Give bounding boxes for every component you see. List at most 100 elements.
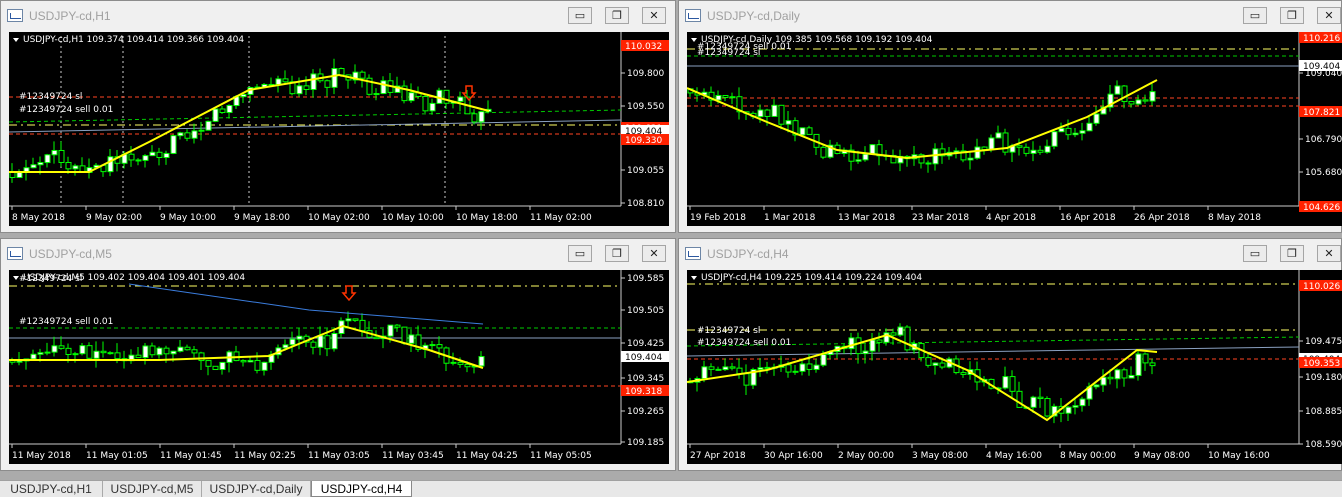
chart-window-usdjpy-daily[interactable]: USDJPY-cd,Daily ▭ ❐ ✕ USDJPY-cd,Daily 10… (678, 0, 1342, 233)
price-chart[interactable]: USDJPY-cd,M5 109.402 109.404 109.401 109… (9, 270, 669, 464)
window-title: USDJPY-cd,Daily (707, 9, 800, 23)
price-marker-label: 110.032 (625, 42, 662, 52)
candle-body (1107, 376, 1114, 380)
time-axis-label: 11 May 01:05 (86, 451, 148, 461)
price-marker-label: 109.353 (1303, 359, 1340, 369)
time-axis-label: 26 Apr 2018 (1134, 213, 1190, 223)
candle-body (170, 135, 177, 154)
price-chart[interactable]: USDJPY-cd,H4 109.225 109.414 109.224 109… (687, 270, 1342, 464)
candle-body (1009, 376, 1016, 392)
candle-body (394, 324, 401, 328)
candle-body (93, 350, 100, 359)
tab-usdjpy-daily[interactable]: USDJPY-cd,Daily (202, 481, 311, 497)
restore-button[interactable]: ❐ (1280, 7, 1304, 24)
candle-body (58, 149, 65, 163)
time-axis-label: 11 May 02:25 (234, 451, 296, 461)
time-axis-label: 2 May 00:00 (838, 451, 894, 461)
price-chart[interactable]: USDJPY-cd,H1 109.374 109.414 109.366 109… (9, 32, 669, 226)
price-axis-label: 106.790 (1305, 135, 1342, 145)
restore-button[interactable]: ❐ (605, 245, 629, 262)
candle-body (1037, 396, 1044, 400)
candle-body (1051, 131, 1058, 147)
candle-body (114, 352, 121, 360)
candle-body (65, 347, 72, 356)
time-axis-label: 23 Mar 2018 (912, 213, 969, 223)
candle-body (757, 109, 764, 118)
candle-body (436, 344, 443, 349)
price-marker-label: 109.318 (625, 387, 662, 397)
price-axis-label: 109.505 (627, 306, 664, 316)
candle-body (212, 108, 219, 122)
candle-body (163, 152, 170, 158)
candle-body (226, 105, 233, 114)
time-axis-label: 11 May 02:00 (530, 213, 592, 223)
candle-body (296, 335, 303, 340)
window-titlebar[interactable]: USDJPY-cd,Daily ▭ ❐ ✕ (679, 1, 1341, 31)
candle-body (156, 151, 163, 158)
close-button[interactable]: ✕ (642, 245, 666, 262)
minimize-button[interactable]: ▭ (568, 7, 592, 24)
close-button[interactable]: ✕ (1317, 245, 1341, 262)
candle-body (743, 373, 750, 386)
candle-body (282, 344, 289, 349)
chart-window-icon (685, 247, 701, 260)
price-axis-label: 109.055 (627, 166, 664, 176)
candle-body (100, 350, 107, 354)
candle-body (184, 346, 191, 351)
minimize-button[interactable]: ▭ (1243, 7, 1267, 24)
price-axis-label: 109.180 (1305, 373, 1342, 383)
tab-usdjpy-h1[interactable]: USDJPY-cd,H1 (0, 481, 103, 497)
candle-body (359, 71, 366, 79)
restore-button[interactable]: ❐ (605, 7, 629, 24)
candle-body (338, 68, 345, 76)
price-chart[interactable]: USDJPY-cd,Daily 109.385 109.568 109.192 … (687, 32, 1342, 226)
time-axis-label: 10 May 10:00 (382, 213, 444, 223)
restore-button[interactable]: ❐ (1280, 245, 1304, 262)
candle-body (261, 361, 268, 371)
window-titlebar[interactable]: USDJPY-cd,M5 ▭ ❐ ✕ (1, 239, 675, 269)
tab-usdjpy-m5[interactable]: USDJPY-cd,M5 (103, 481, 202, 497)
candle-body (925, 357, 932, 366)
candle-body (1093, 384, 1100, 388)
candle-body (422, 95, 429, 112)
candle-body (1079, 130, 1086, 134)
tab-usdjpy-h4[interactable]: USDJPY-cd,H4 (311, 481, 412, 497)
chart-canvas: USDJPY-cd,M5 109.402 109.404 109.401 109… (9, 270, 669, 464)
candle-body (939, 362, 946, 368)
minimize-button[interactable]: ▭ (568, 245, 592, 262)
time-axis-label: 11 May 2018 (12, 451, 71, 461)
candle-body (65, 161, 72, 170)
time-axis-label: 9 May 02:00 (86, 213, 142, 223)
time-axis-label: 4 May 16:00 (986, 451, 1042, 461)
close-button[interactable]: ✕ (642, 7, 666, 24)
candle-body (757, 367, 764, 371)
close-button[interactable]: ✕ (1317, 7, 1341, 24)
candle-body (820, 146, 827, 158)
minimize-button[interactable]: ▭ (1243, 245, 1267, 262)
candle-body (191, 130, 198, 139)
chart-window-usdjpy-h4[interactable]: USDJPY-cd,H4 ▭ ❐ ✕ USDJPY-cd,H4 109.225 … (678, 238, 1342, 471)
chart-window-usdjpy-h1[interactable]: USDJPY-cd,H1 ▭ ❐ ✕ USDJPY-cd,H1 109.374 … (0, 0, 676, 233)
price-axis-label: 109.800 (627, 69, 664, 79)
price-axis-label: 109.475 (1305, 337, 1342, 347)
window-titlebar[interactable]: USDJPY-cd,H4 ▭ ❐ ✕ (679, 239, 1341, 269)
candle-body (967, 157, 974, 161)
candle-body (820, 354, 827, 366)
candle-body (764, 109, 771, 117)
chart-window-usdjpy-m5[interactable]: USDJPY-cd,M5 ▭ ❐ ✕ USDJPY-cd,M5 109.402 … (0, 238, 676, 471)
time-axis-label: 16 Apr 2018 (1060, 213, 1116, 223)
candle-body (785, 364, 792, 373)
candle-body (813, 364, 820, 370)
candle-body (457, 96, 464, 102)
chart-canvas: USDJPY-cd,H4 109.225 109.414 109.224 109… (687, 270, 1342, 464)
window-title: USDJPY-cd,H4 (707, 247, 789, 261)
candle-body (869, 144, 876, 155)
candle-body (310, 73, 317, 91)
candle-body (1030, 396, 1037, 408)
time-axis-label: 9 May 10:00 (160, 213, 216, 223)
candle-body (1114, 85, 1121, 95)
candle-body (855, 337, 862, 355)
candle-body (1065, 127, 1072, 136)
candle-body (1002, 376, 1009, 389)
window-titlebar[interactable]: USDJPY-cd,H1 ▭ ❐ ✕ (1, 1, 675, 31)
